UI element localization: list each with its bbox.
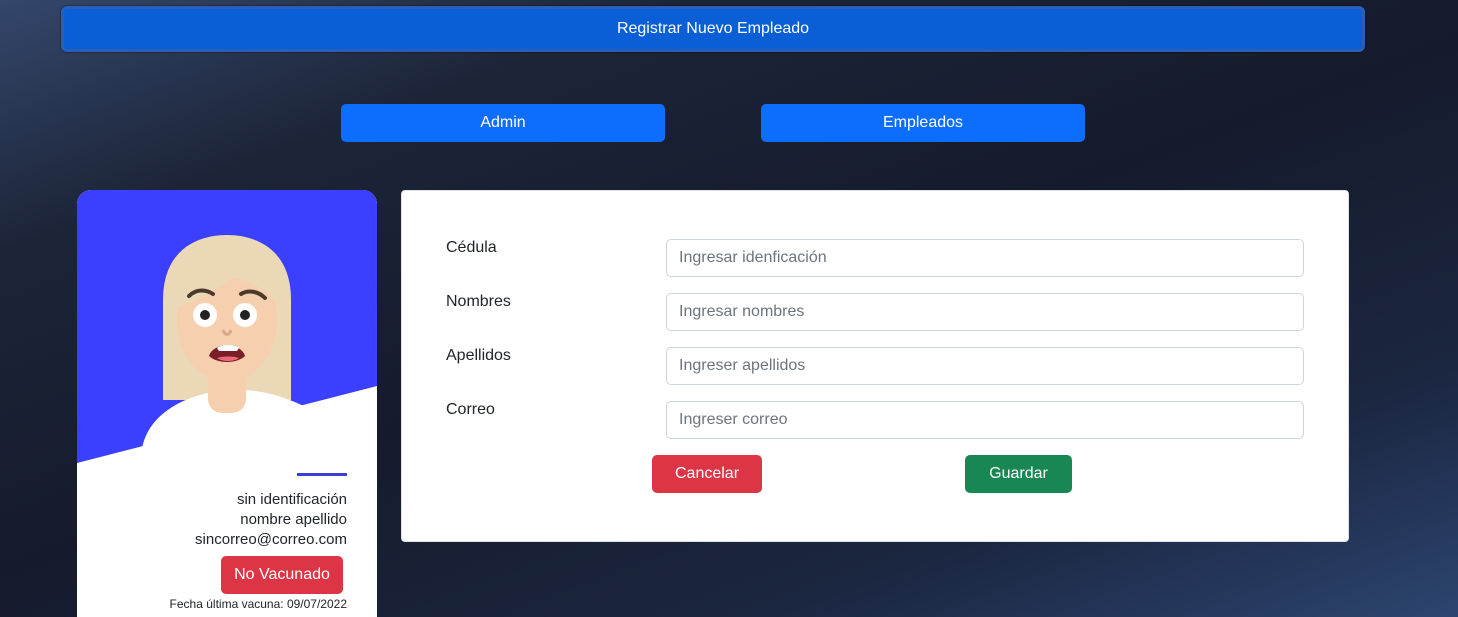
cancel-button[interactable]: Cancelar (652, 455, 762, 493)
correo-input[interactable] (666, 401, 1304, 439)
admin-button[interactable]: Admin (341, 104, 665, 142)
card-divider (297, 473, 347, 476)
cedula-label: Cédula (446, 239, 497, 256)
employee-form: Cédula Nombres Apellidos Correo Cancelar… (401, 190, 1349, 542)
save-button[interactable]: Guardar (965, 455, 1072, 493)
cedula-input[interactable] (666, 239, 1304, 277)
page-title-banner: Registrar Nuevo Empleado (61, 6, 1365, 52)
vaccination-status-badge: No Vacunado (221, 556, 343, 594)
correo-label: Correo (446, 401, 495, 418)
employee-identification: sin identificación (236, 491, 347, 508)
employees-button[interactable]: Empleados (761, 104, 1085, 142)
nombres-label: Nombres (446, 293, 511, 310)
apellidos-label: Apellidos (446, 347, 511, 364)
nombres-input[interactable] (666, 293, 1304, 331)
employee-name: nombre apellido (240, 511, 347, 528)
employee-email: sincorreo@correo.com (195, 531, 347, 548)
employee-profile-card: sin identificación nombre apellido sinco… (77, 190, 377, 617)
last-vaccine-date: Fecha última vacuna: 09/07/2022 (169, 597, 347, 611)
woman-avatar-icon (77, 190, 377, 490)
apellidos-input[interactable] (666, 347, 1304, 385)
